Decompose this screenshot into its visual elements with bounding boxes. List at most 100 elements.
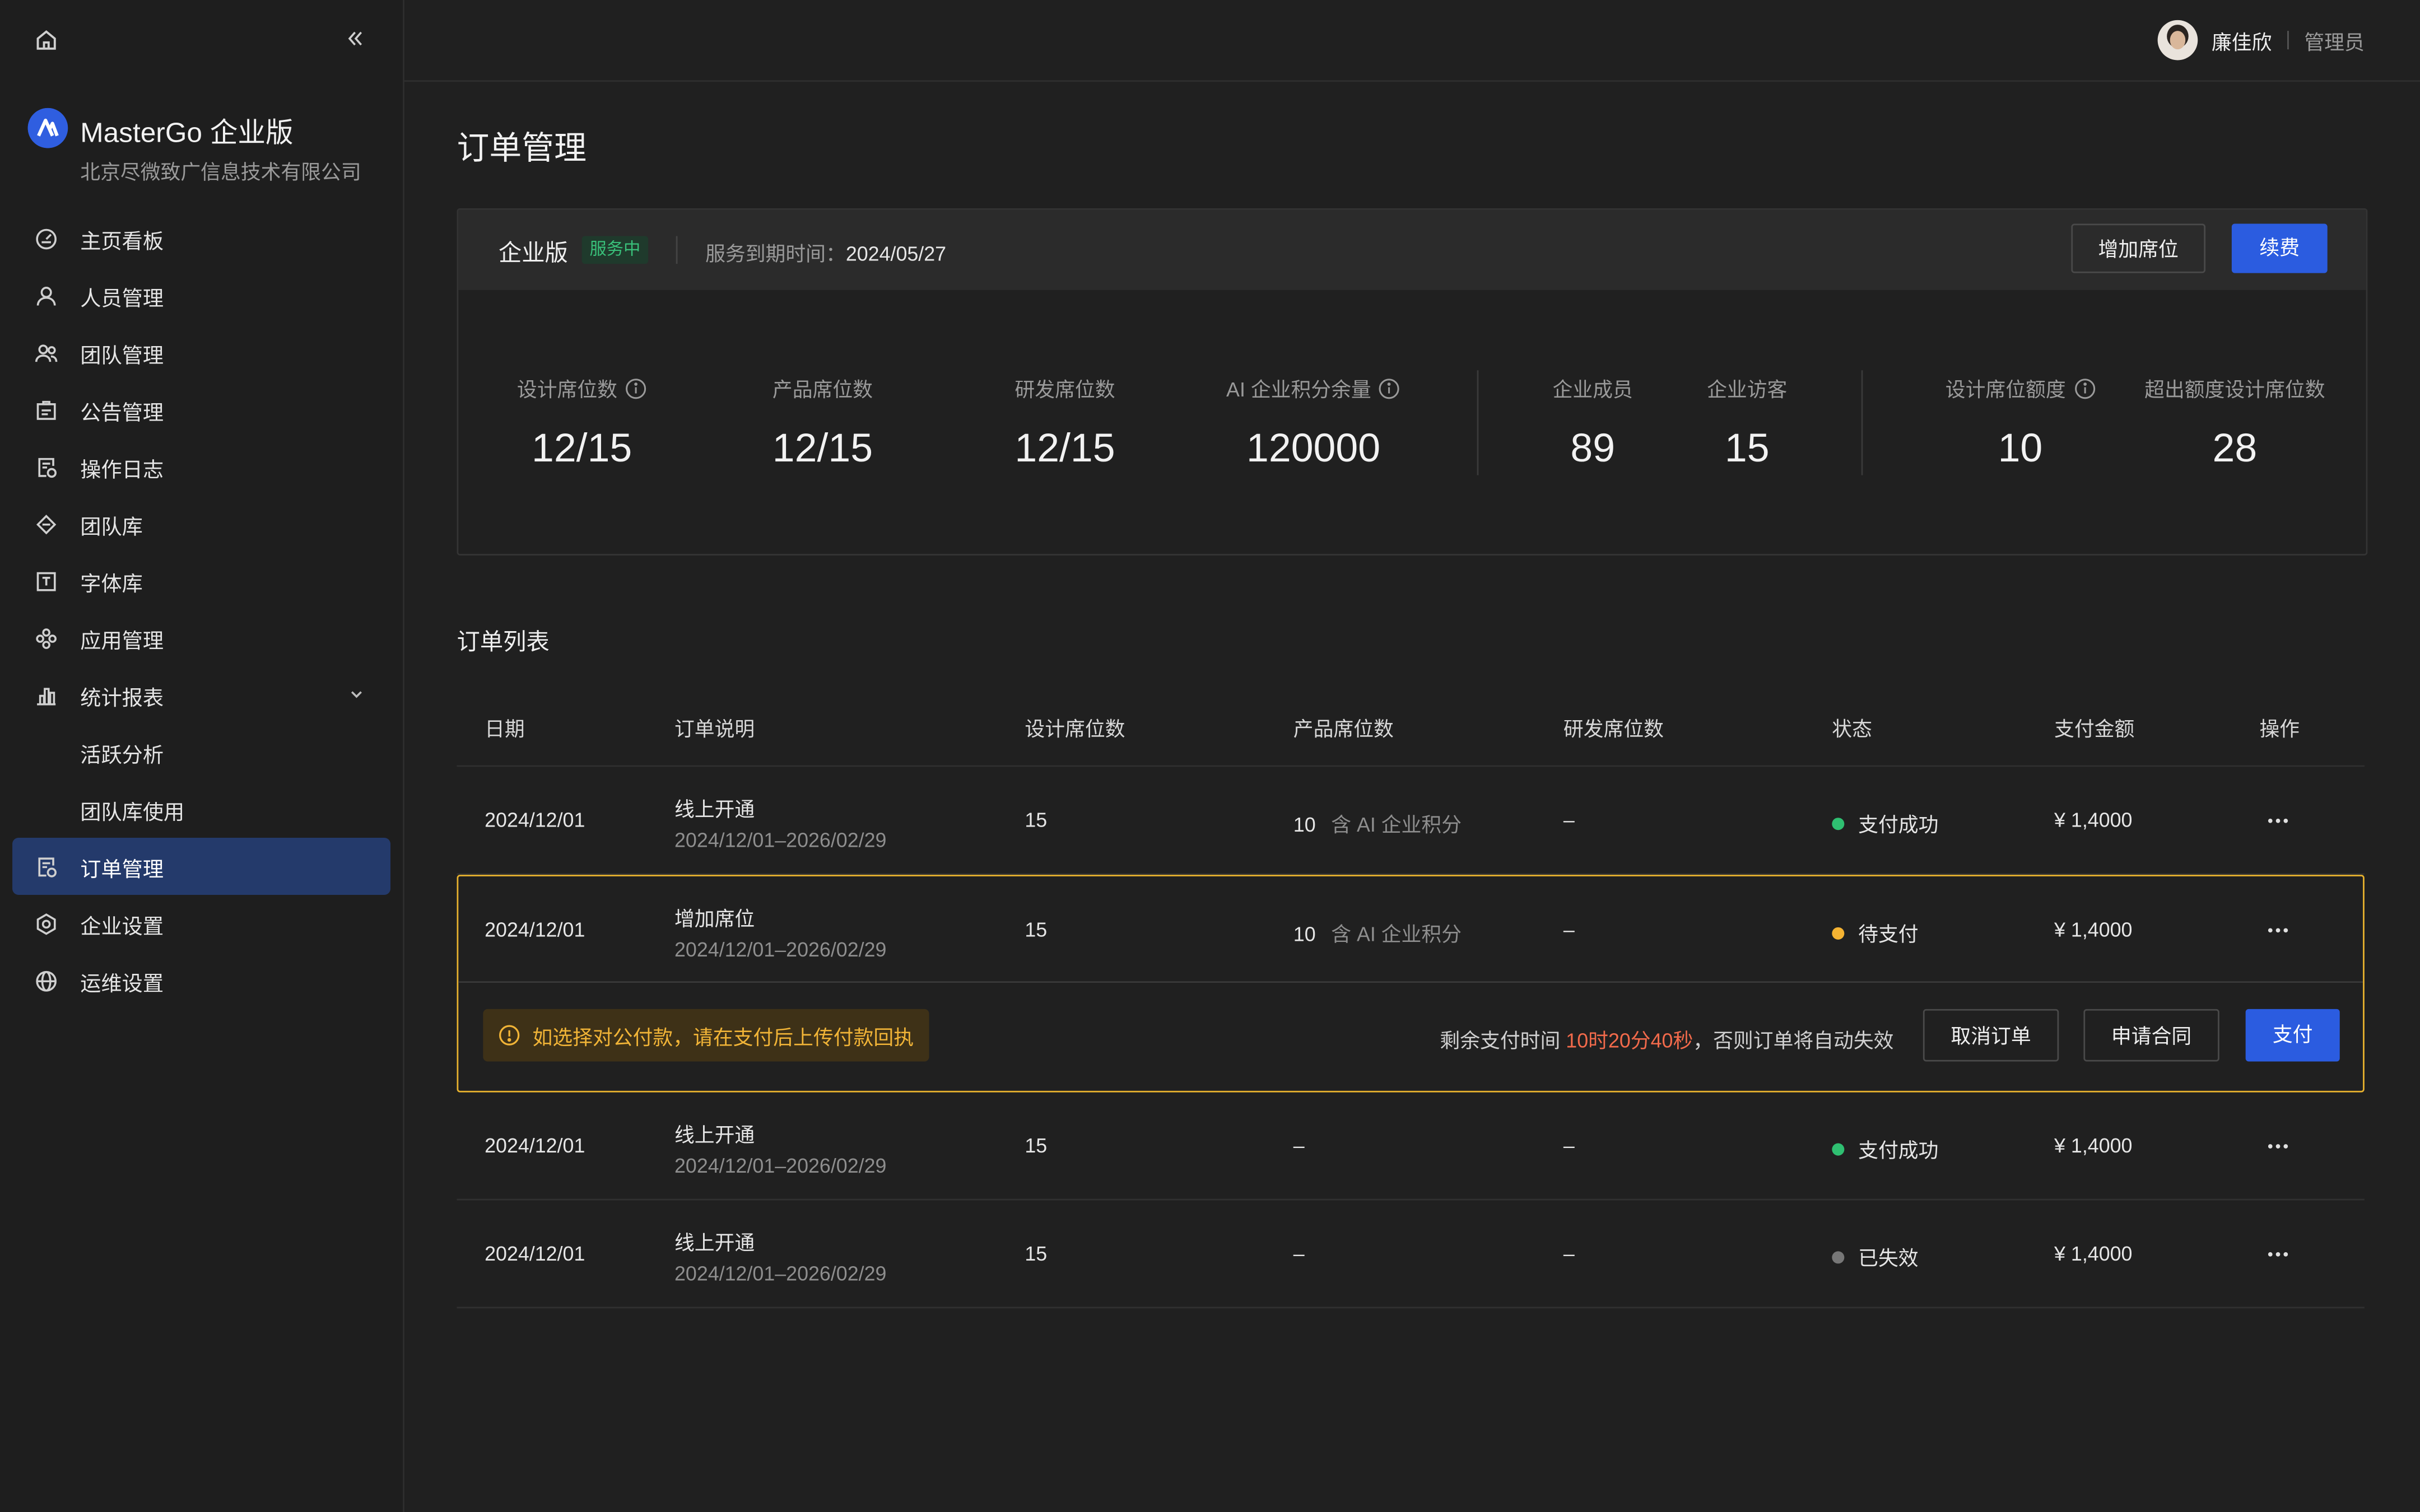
sidebar-item-reports[interactable]: 统计报表 — [12, 666, 390, 724]
sidebar-item-label: 订单管理 — [80, 857, 164, 880]
sidebar-item-label: 公告管理 — [80, 400, 164, 424]
design-seats: 15 — [1025, 1242, 1048, 1266]
more-icon[interactable] — [2265, 918, 2290, 942]
user-menu[interactable]: 廉佳欣 管理员 — [2157, 20, 2365, 60]
sidebar-item-enterprise-settings[interactable]: 企业设置 — [12, 895, 390, 952]
table-row[interactable]: 2024/12/01 线上开通 2024/12/01–2026/02/29 15… — [457, 1093, 2365, 1201]
sidebar-item-font-library[interactable]: 字体库 — [12, 552, 390, 609]
chevron-down-icon[interactable] — [347, 685, 366, 703]
order-amount: ¥ 1,4000 — [2054, 918, 2133, 941]
log-icon — [38, 457, 57, 477]
user-name: 廉佳欣 — [2211, 30, 2272, 54]
remaining-label: 剩余支付时间 — [1440, 1029, 1561, 1052]
stat-label: 产品席位数 — [772, 377, 873, 402]
sidebar-top — [0, 0, 403, 80]
product-seats: 10 含 AI 企业积分 — [1293, 809, 1462, 838]
stat-label-text: AI 企业积分余量 — [1226, 377, 1371, 402]
product-seats: – — [1293, 1242, 1305, 1266]
sidebar-item-team-library[interactable]: 团队库 — [12, 495, 390, 552]
status-dot — [1832, 927, 1845, 940]
column-header-dev-seats: 研发席位数 — [1563, 717, 1664, 741]
order-desc-title: 线上开通 — [674, 797, 755, 821]
avatar[interactable] — [2157, 20, 2198, 60]
info-icon[interactable] — [1379, 377, 1401, 399]
pay-button[interactable]: 支付 — [2245, 1009, 2340, 1062]
status-text: 已失效 — [1858, 1247, 1919, 1270]
home-icon[interactable] — [34, 28, 59, 53]
table-header: 日期 订单说明 设计席位数 产品席位数 研发席位数 状态 支付金额 操作 — [457, 688, 2365, 767]
order-icon — [38, 857, 57, 877]
info-icon[interactable] — [2073, 377, 2095, 399]
design-seats: 15 — [1025, 918, 1048, 941]
company-name: 北京尽微致广信息技术有限公司 — [80, 160, 361, 184]
warning-icon — [499, 1025, 520, 1046]
column-header-desc: 订单说明 — [674, 717, 755, 741]
sidebar-item-label: 团队库 — [80, 514, 143, 538]
order-date: 2024/12/01 — [485, 1133, 585, 1158]
sidebar-item-announcements[interactable]: 公告管理 — [12, 381, 390, 438]
more-icon[interactable] — [2265, 1242, 2290, 1267]
order-date: 2024/12/01 — [485, 1242, 585, 1266]
status-dot — [1832, 818, 1845, 830]
status-text: 支付成功 — [1858, 1138, 1939, 1162]
sidebar-item-apps[interactable]: 应用管理 — [12, 609, 390, 666]
dev-seats: – — [1563, 1133, 1575, 1158]
order-amount: ¥ 1,4000 — [2054, 1242, 2133, 1266]
stat-value: 89 — [1570, 424, 1616, 471]
stat-value: 15 — [1724, 424, 1770, 471]
stat-dev-seats: 研发席位数 12/15 — [988, 374, 1142, 472]
cancel-order-button[interactable]: 取消订单 — [1923, 1009, 2059, 1062]
collapse-sidebar-icon[interactable] — [343, 26, 367, 51]
table-row[interactable]: 2024/12/01 线上开通 2024/12/01–2026/02/29 15… — [457, 1200, 2365, 1309]
sidebar-item-library-usage[interactable]: 团队库使用 — [12, 781, 390, 838]
renew-button[interactable]: 续费 — [2231, 223, 2328, 273]
page-title: 订单管理 — [457, 131, 587, 167]
announcement-icon — [36, 400, 56, 419]
sidebar-nav: 主页看板 人员管理 团队管理 公告管理 操作日志 团队库 字体库 应用管理 统计… — [12, 210, 391, 1009]
stat-value: 28 — [2212, 424, 2258, 471]
add-seat-button[interactable]: 增加席位 — [2071, 223, 2206, 273]
stat-label: AI 企业积分余量 — [1206, 374, 1422, 403]
chart-icon — [37, 687, 56, 705]
apps-icon — [36, 627, 57, 648]
sidebar-item-activity-analysis[interactable]: 活跃分析 — [12, 724, 390, 781]
order-amount: ¥ 1,4000 — [2054, 1133, 2133, 1158]
sidebar-item-label: 团队管理 — [80, 343, 164, 367]
product-seats-value: 10 — [1293, 922, 1316, 946]
more-icon[interactable] — [2265, 809, 2290, 833]
table-row[interactable]: 2024/12/01 线上开通 2024/12/01–2026/02/29 15… — [457, 767, 2365, 875]
sidebar-item-label: 统计报表 — [80, 685, 164, 709]
team-icon — [35, 343, 58, 361]
stat-design-seats: 设计席位数 12/15 — [505, 374, 659, 472]
sidebar-item-ops-settings[interactable]: 运维设置 — [12, 952, 390, 1009]
ai-credit-tag: 含 AI 企业积分 — [1331, 813, 1462, 837]
sidebar-item-label: 应用管理 — [80, 628, 164, 652]
info-icon[interactable] — [625, 377, 647, 399]
order-date: 2024/12/01 — [485, 808, 585, 832]
order-desc: 线上开通 2024/12/01–2026/02/29 — [674, 1118, 886, 1177]
sidebar-item-dashboard[interactable]: 主页看板 — [12, 210, 390, 267]
font-icon — [36, 571, 56, 591]
library-icon — [36, 514, 57, 534]
status-dot — [1832, 1251, 1845, 1264]
payment-warning: 如选择对公付款，请在支付后上传付款回执 — [483, 1009, 929, 1062]
remaining-time: 剩余支付时间 10时20分40秒，否则订单将自动失效 — [1440, 1024, 1893, 1053]
sidebar-item-orders[interactable]: 订单管理 — [12, 838, 391, 895]
stat-label: 设计席位数 — [505, 374, 659, 403]
stat-label: 研发席位数 — [1014, 377, 1115, 402]
request-contract-button[interactable]: 申请合同 — [2083, 1009, 2219, 1062]
sidebar-item-users[interactable]: 人员管理 — [12, 267, 390, 324]
settings-icon — [36, 912, 56, 935]
sidebar-item-logs[interactable]: 操作日志 — [12, 438, 390, 495]
order-status: 支付成功 — [1832, 809, 1938, 838]
sidebar-item-teams[interactable]: 团队管理 — [12, 324, 390, 381]
stat-members: 企业成员 89 — [1539, 374, 1647, 472]
column-header-date: 日期 — [485, 717, 525, 741]
column-header-status: 状态 — [1832, 717, 1872, 741]
table-row[interactable]: 2024/12/01 增加席位 2024/12/01–2026/02/29 15… — [458, 876, 2363, 983]
service-expiry: 服务到期时间：2024/05/27 — [705, 237, 946, 267]
order-period: 2024/12/01–2026/02/29 — [674, 1154, 887, 1178]
more-icon[interactable] — [2265, 1134, 2290, 1159]
dev-seats: – — [1563, 918, 1575, 941]
user-role: 管理员 — [2304, 30, 2365, 54]
